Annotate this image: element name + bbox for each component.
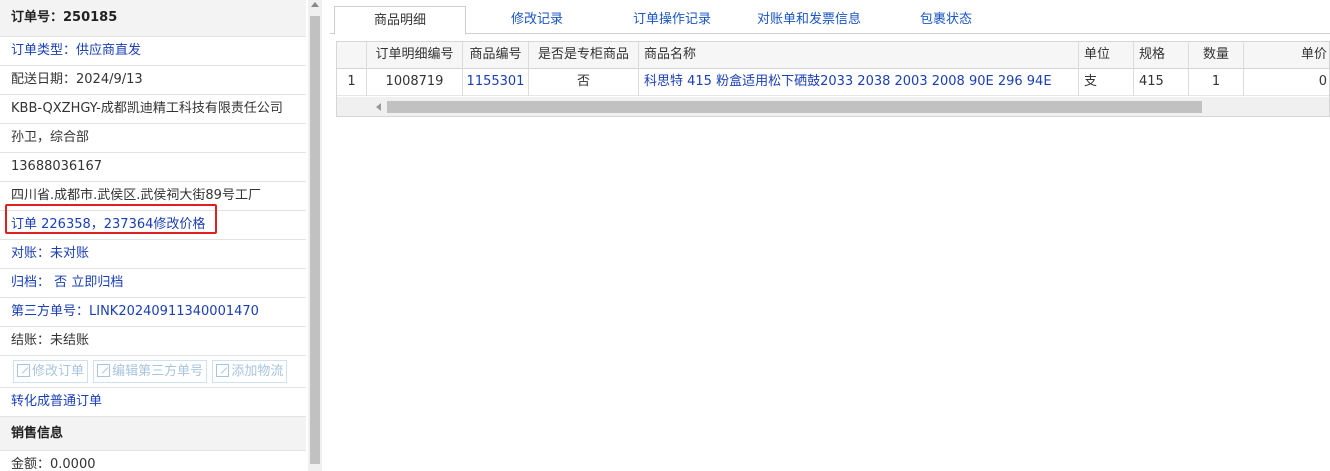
contact-phone: 13688036167: [0, 153, 306, 182]
tab-order-operation-log[interactable]: 订单操作记录: [615, 6, 729, 35]
column-header[interactable]: 规格: [1134, 42, 1189, 69]
unit-cell: 支: [1079, 69, 1134, 96]
company-name: KBB-QXZHGY-成都凯迪精工科技有限责任公司: [0, 95, 306, 124]
settle-status: 结账：未结账: [0, 327, 306, 356]
row-index: 1: [337, 69, 367, 96]
column-header[interactable]: 单价: [1244, 42, 1329, 69]
order-note: 订单 226358，237364修改价格: [0, 211, 306, 240]
sales-info-section-title: 销售信息: [0, 417, 306, 451]
product-id-link[interactable]: 1155301: [463, 69, 529, 96]
edit-icon: [216, 364, 230, 377]
order-number-title: 订单号：250185: [0, 0, 306, 37]
column-header[interactable]: 是否是专柜商品: [529, 42, 639, 69]
left-panel-scrollbar[interactable]: [308, 0, 322, 471]
delivery-date: 配送日期：2024/9/13: [0, 66, 306, 95]
grid-header-row: 订单明细编号 商品编号 是否是专柜商品 商品名称 单位 规格 数量 单价: [337, 42, 1329, 69]
order-action-buttons: 修改订单 编辑第三方单号 添加物流: [0, 356, 306, 388]
scroll-left-arrow-icon[interactable]: [376, 103, 381, 111]
convert-to-normal-order-link[interactable]: 转化成普通订单: [0, 388, 306, 417]
tab-product-details[interactable]: 商品明细: [334, 6, 466, 35]
product-name-link[interactable]: 科思特 415 粉盒适用松下硒鼓2033 2038 2003 2008 90E …: [639, 69, 1079, 96]
edit-order-button[interactable]: 修改订单: [13, 360, 89, 383]
quantity-cell: 1: [1189, 69, 1244, 96]
order-info-list: 订单号：250185 订单类型：供应商直发 配送日期：2024/9/13 KBB…: [0, 0, 306, 471]
third-party-number: 第三方单号：LINK20240911340001470: [0, 298, 306, 327]
add-logistics-button[interactable]: 添加物流: [212, 360, 288, 383]
detail-tabs: 商品明细 修改记录 订单操作记录 对账单和发票信息 包裹状态: [330, 0, 1330, 35]
column-header[interactable]: 单位: [1079, 42, 1134, 69]
order-type: 订单类型：供应商直发: [0, 37, 306, 66]
is-counter-cell: 否: [529, 69, 639, 96]
column-header[interactable]: 商品编号: [463, 42, 529, 69]
scrollbar-thumb[interactable]: [310, 16, 320, 464]
order-info-panel: 订单号：250185 订单类型：供应商直发 配送日期：2024/9/13 KBB…: [0, 0, 322, 471]
reconcile-status: 对账：未对账: [0, 240, 306, 269]
tab-package-status[interactable]: 包裹状态: [894, 6, 998, 35]
product-detail-grid: 订单明细编号 商品编号 是否是专柜商品 商品名称 单位 规格 数量 单价 1 1…: [336, 41, 1330, 117]
archive-now-link[interactable]: 立即归档: [71, 275, 123, 290]
detail-panel: 商品明细 修改记录 订单操作记录 对账单和发票信息 包裹状态 订单明细编号 商品…: [330, 0, 1330, 471]
scroll-up-arrow-icon[interactable]: [311, 2, 319, 7]
spec-cell: 415: [1134, 69, 1189, 96]
column-header[interactable]: 订单明细编号: [367, 42, 463, 69]
edit-icon: [97, 364, 111, 377]
tab-change-log[interactable]: 修改记录: [480, 6, 594, 35]
archive-label: 归档：: [11, 275, 51, 290]
archive-value: 否: [54, 275, 68, 290]
tab-reconcile-invoice[interactable]: 对账单和发票信息: [739, 6, 879, 35]
grid-header-index: [337, 42, 367, 69]
grid-horizontal-scrollbar[interactable]: [337, 97, 1329, 116]
edit-third-party-button[interactable]: 编辑第三方单号: [93, 360, 208, 383]
table-row[interactable]: 1 1008719 1155301 否 科思特 415 粉盒适用松下硒鼓2033…: [337, 69, 1329, 96]
contact-person: 孙卫，综合部: [0, 124, 306, 153]
archive-status: 归档： 否 立即归档: [0, 269, 306, 298]
sales-amount: 金额：0.0000: [0, 451, 306, 471]
edit-icon: [17, 364, 30, 377]
scrollbar-thumb[interactable]: [387, 101, 1202, 113]
price-cell: 0: [1318, 74, 1327, 89]
detail-id-cell: 1008719: [367, 69, 463, 96]
column-header[interactable]: 商品名称: [639, 42, 1079, 69]
delivery-address: 四川省.成都市.武侯区.武侯祠大街89号工厂: [0, 182, 306, 211]
column-header[interactable]: 数量: [1189, 42, 1244, 69]
